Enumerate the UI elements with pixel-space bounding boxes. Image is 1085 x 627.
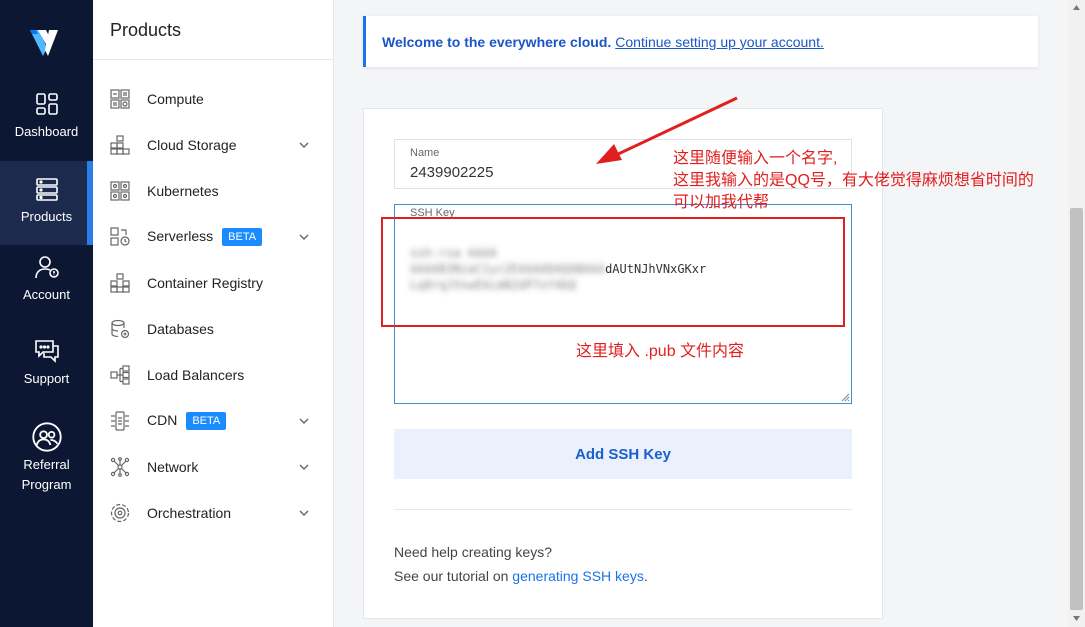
scroll-down-arrow-icon[interactable]: [1070, 612, 1083, 624]
sidebar-item-load-balancers[interactable]: Load Balancers: [93, 355, 333, 395]
rail-item-account[interactable]: Account: [0, 253, 93, 313]
sidebar-label-network: Network: [147, 459, 199, 475]
sidebar-item-serverless[interactable]: Serverless BETA: [93, 217, 333, 257]
sidebar-item-container-registry[interactable]: Container Registry: [93, 263, 333, 303]
sidebar-label-serverless: Serverless: [147, 227, 214, 244]
kubernetes-icon: [110, 181, 130, 201]
sidebar-item-orchestration[interactable]: Orchestration: [93, 493, 333, 533]
container-registry-icon: [110, 273, 130, 293]
sidebar-item-cdn[interactable]: CDN BETA: [93, 401, 333, 441]
serverless-icon: [110, 227, 130, 246]
sidebar-label-orchestration: Orchestration: [147, 505, 232, 521]
annotation-name-note-line1: 这里随便输入一个名字,: [673, 150, 838, 167]
add-ssh-key-button[interactable]: Add SSH Key: [394, 429, 852, 479]
orchestration-icon: [110, 503, 130, 523]
sidebar-item-databases[interactable]: Databases: [93, 309, 333, 349]
rail-item-dashboard[interactable]: Dashboard: [0, 90, 93, 150]
chevron-down-icon: [299, 510, 309, 516]
annotation-key-note: 这里填入 .pub 文件内容: [576, 343, 745, 360]
referral-icon: [31, 422, 62, 452]
banner-text: Welcome to the everywhere cloud. Continue…: [382, 34, 824, 50]
generating-ssh-keys-link[interactable]: generating SSH keys: [512, 568, 644, 584]
sidebar-label-load-balancers: Load Balancers: [147, 367, 245, 383]
sidebar-label-cdn-wrap: CDN BETA: [147, 411, 227, 431]
support-icon: [34, 340, 59, 363]
sidebar-item-kubernetes[interactable]: Kubernetes: [93, 171, 333, 211]
beta-badge: BETA: [222, 228, 263, 247]
help-text-line1: Need help creating keys?: [394, 544, 552, 560]
help-text-line2: See our tutorial on generating SSH keys.: [394, 568, 648, 584]
sidebar-divider: [93, 59, 333, 60]
products-icon: [35, 178, 58, 201]
sidebar-label-container-registry: Container Registry: [147, 275, 263, 291]
rail-label-products: Products: [20, 209, 73, 224]
databases-icon: [111, 319, 130, 339]
rail-label-support: Support: [23, 371, 70, 386]
dashboard-icon: [35, 93, 58, 115]
load-balancers-icon: [110, 365, 130, 385]
annotation-name-note: 这里随便输入一个名字, 这里我输入的是QQ号，有大佬觉得麻烦想省时间的 可以加我…: [673, 148, 1085, 214]
annotation-name-note-line2: 这里我输入的是QQ号，有大佬觉得麻烦想省时间的: [673, 172, 1034, 189]
left-rail: Dashboard Products Account Support Refer…: [0, 0, 93, 627]
resize-handle-icon[interactable]: [840, 392, 850, 402]
name-field-value[interactable]: 2439902225: [410, 164, 493, 181]
rail-item-referral[interactable]: Referral Program: [0, 421, 93, 501]
help-text-prefix: See our tutorial on: [394, 568, 509, 584]
sidebar-label-compute: Compute: [147, 91, 204, 107]
compute-icon: [110, 89, 130, 109]
sidebar-item-network[interactable]: Network: [93, 447, 333, 487]
sidebar-label-databases: Databases: [147, 321, 214, 337]
account-icon: [34, 256, 59, 279]
annotation-highlight-box: [381, 217, 845, 327]
products-sidebar: Products Compute Cloud Storage Kubernete…: [93, 0, 334, 627]
rail-label-referral-line1: Referral: [23, 457, 70, 472]
card-divider: [394, 509, 852, 510]
rail-item-products[interactable]: Products: [0, 161, 93, 245]
network-icon: [110, 457, 130, 477]
vultr-logo[interactable]: [28, 26, 66, 60]
rail-item-support[interactable]: Support: [0, 337, 93, 397]
chevron-down-icon: [299, 464, 309, 470]
scroll-up-arrow-icon[interactable]: [1070, 2, 1083, 14]
rail-label-account: Account: [23, 287, 70, 302]
chevron-down-icon: [299, 234, 309, 240]
scrollbar-thumb[interactable]: [1070, 208, 1083, 610]
beta-badge: BETA: [186, 412, 227, 431]
rail-label-dashboard: Dashboard: [14, 124, 79, 139]
help-text-suffix: .: [643, 568, 648, 584]
sidebar-title: Products: [110, 20, 182, 40]
cloud-storage-icon: [110, 135, 130, 155]
chevron-down-icon: [299, 418, 309, 424]
annotation-name-note-line3: 可以加我代帮: [673, 194, 770, 211]
welcome-banner: Welcome to the everywhere cloud. Continue…: [363, 16, 1038, 67]
sidebar-label-kubernetes: Kubernetes: [147, 183, 219, 199]
sidebar-item-cloud-storage[interactable]: Cloud Storage: [93, 125, 333, 165]
sidebar-label-cdn: CDN: [147, 411, 178, 428]
rail-label-referral-line2: Program: [21, 477, 72, 492]
sidebar-label-serverless-wrap: Serverless BETA: [147, 227, 263, 247]
sidebar-label-cloud-storage: Cloud Storage: [147, 137, 237, 153]
continue-setup-link[interactable]: Continue setting up your account.: [615, 34, 824, 50]
name-field-label: Name: [410, 147, 440, 159]
sidebar-item-compute[interactable]: Compute: [93, 79, 333, 119]
chevron-down-icon: [299, 142, 309, 148]
cdn-icon: [111, 411, 129, 431]
banner-bold-text: Welcome to the everywhere cloud.: [382, 34, 612, 50]
